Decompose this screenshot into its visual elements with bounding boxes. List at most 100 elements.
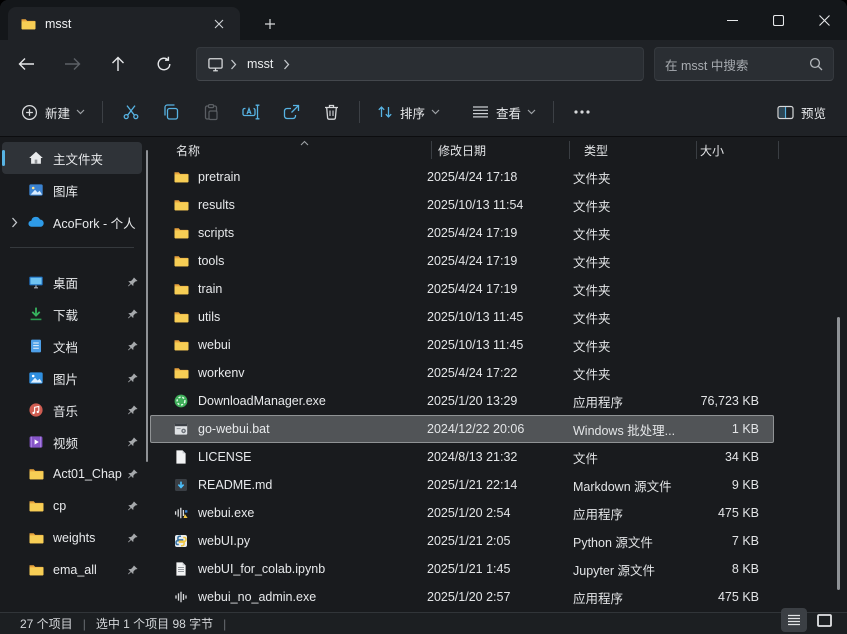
large-icons-view-button[interactable]: [811, 608, 837, 632]
pin-icon: [122, 340, 142, 353]
file-name: webUI.py: [198, 534, 250, 548]
file-row[interactable]: tools2025/4/24 17:19文件夹: [150, 247, 774, 275]
column-divider[interactable]: [696, 141, 697, 159]
file-type: 文件夹: [573, 336, 685, 355]
file-type: Python 源文件: [573, 532, 685, 551]
column-header-size[interactable]: 大小: [700, 142, 724, 159]
file-row[interactable]: scripts2025/4/24 17:19文件夹: [150, 219, 774, 247]
breadcrumb-chevron-icon[interactable]: [283, 59, 290, 70]
file-name: workenv: [198, 366, 245, 380]
file-row[interactable]: webui2025/10/13 11:45文件夹: [150, 331, 774, 359]
file-row[interactable]: pretrain2025/4/24 17:18文件夹: [150, 163, 774, 191]
preview-button-label: 预览: [801, 103, 826, 122]
column-headers: 名称 修改日期 类型 大小: [148, 137, 847, 163]
file-row[interactable]: utils2025/10/13 11:45文件夹: [150, 303, 774, 331]
column-header-type[interactable]: 类型: [584, 142, 608, 159]
preview-button[interactable]: 预览: [768, 95, 835, 129]
file-list-scrollbar[interactable]: [837, 317, 840, 590]
search-icon[interactable]: [809, 57, 823, 71]
file-date: 2025/1/20 2:57: [427, 590, 573, 604]
copy-button[interactable]: [151, 95, 191, 129]
search-input[interactable]: 在 msst 中搜索: [654, 47, 834, 81]
file-row[interactable]: LICENSE2024/8/13 21:32文件34 KB: [150, 443, 774, 471]
explorer-tab[interactable]: msst: [8, 7, 240, 40]
view-button[interactable]: 查看: [463, 95, 545, 129]
file-size: 34 KB: [685, 450, 759, 464]
file-name-cell: go-webui.bat: [151, 421, 427, 437]
pin-icon: [122, 372, 142, 385]
file-row[interactable]: workenv2025/4/24 17:22文件夹: [150, 359, 774, 387]
sidebar-item-12[interactable]: weights: [2, 522, 142, 554]
file-row[interactable]: DownloadManager.exe2025/1/20 13:29应用程序76…: [150, 387, 774, 415]
sidebar-item-6[interactable]: 文档: [2, 330, 142, 362]
column-divider[interactable]: [778, 141, 779, 159]
sidebar-item-2[interactable]: AcoFork - 个人: [2, 206, 142, 238]
titlebar[interactable]: msst: [0, 0, 847, 40]
file-row[interactable]: webui.exe2025/1/20 2:54应用程序475 KB: [150, 499, 774, 527]
ipynb-icon: [173, 561, 189, 577]
file-size: 475 KB: [685, 590, 759, 604]
sort-button[interactable]: 排序: [368, 95, 449, 129]
file-date: 2025/4/24 17:18: [427, 170, 573, 184]
pin-icon: [122, 564, 142, 577]
back-button[interactable]: [6, 46, 46, 82]
close-button[interactable]: [801, 0, 847, 40]
sidebar-item-7[interactable]: 图片: [2, 362, 142, 394]
file-name-cell: tools: [151, 253, 427, 269]
sidebar-item-9[interactable]: 视频: [2, 426, 142, 458]
rename-button[interactable]: [231, 95, 271, 129]
file-name-cell: webUI.py: [151, 533, 427, 549]
file-row[interactable]: webUI.py2025/1/21 2:05Python 源文件7 KB: [150, 527, 774, 555]
folder-icon: [173, 281, 189, 297]
sidebar-item-10[interactable]: Act01_Chap: [2, 458, 142, 490]
share-button[interactable]: [271, 95, 311, 129]
details-view-button[interactable]: [781, 608, 807, 632]
file-name-cell: utils: [151, 309, 427, 325]
sidebar-item-0[interactable]: 主文件夹: [2, 142, 142, 174]
sort-arrows-icon: [377, 104, 393, 120]
forward-button[interactable]: [52, 46, 92, 82]
file-row[interactable]: README.md2025/1/21 22:14Markdown 源文件9 KB: [150, 471, 774, 499]
column-divider[interactable]: [431, 141, 432, 159]
file-row[interactable]: webUI_for_colab.ipynb2025/1/21 1:45Jupyt…: [150, 555, 774, 583]
file-row[interactable]: results2025/10/13 11:54文件夹: [150, 191, 774, 219]
sidebar-item-4[interactable]: 桌面: [2, 266, 142, 298]
minimize-button[interactable]: [709, 0, 755, 40]
more-options-button[interactable]: [562, 95, 602, 129]
file-row[interactable]: webui_no_admin.exe2025/1/20 2:57应用程序475 …: [150, 583, 774, 611]
file-row[interactable]: go-webui.bat2024/12/22 20:06Windows 批处理.…: [150, 415, 774, 443]
this-pc-icon[interactable]: [207, 56, 224, 73]
tab-close-icon[interactable]: [206, 12, 232, 36]
address-bar[interactable]: msst: [196, 47, 644, 81]
file-type: 文件夹: [573, 308, 685, 327]
preview-pane-icon: [777, 105, 794, 120]
up-button[interactable]: [98, 46, 138, 82]
new-button[interactable]: 新建: [12, 95, 94, 129]
cut-button[interactable]: [111, 95, 151, 129]
expand-chevron-icon[interactable]: [2, 217, 26, 228]
sidebar-item-5[interactable]: 下载: [2, 298, 142, 330]
maximize-button[interactable]: [755, 0, 801, 40]
file-date: 2025/4/24 17:19: [427, 254, 573, 268]
sidebar-item-label: 音乐: [53, 401, 122, 420]
file-name: scripts: [198, 226, 234, 240]
column-divider[interactable]: [569, 141, 570, 159]
file-name-cell: scripts: [151, 225, 427, 241]
file-size: 1 KB: [685, 422, 759, 436]
column-header-date[interactable]: 修改日期: [438, 142, 486, 159]
new-tab-button[interactable]: [256, 12, 284, 36]
breadcrumb-item[interactable]: msst: [247, 57, 273, 71]
refresh-button[interactable]: [144, 46, 184, 82]
sidebar-item-1[interactable]: 图库: [2, 174, 142, 206]
markdown-icon: [173, 477, 189, 493]
paste-button[interactable]: [191, 95, 231, 129]
sidebar-item-13[interactable]: ema_all: [2, 554, 142, 586]
delete-button[interactable]: [311, 95, 351, 129]
file-name: utils: [198, 310, 220, 324]
file-name: webui_no_admin.exe: [198, 590, 316, 604]
file-row[interactable]: train2025/4/24 17:19文件夹: [150, 275, 774, 303]
file-type: 文件夹: [573, 364, 685, 383]
column-header-name[interactable]: 名称: [176, 142, 200, 159]
sidebar-item-11[interactable]: cp: [2, 490, 142, 522]
sidebar-item-8[interactable]: 音乐: [2, 394, 142, 426]
